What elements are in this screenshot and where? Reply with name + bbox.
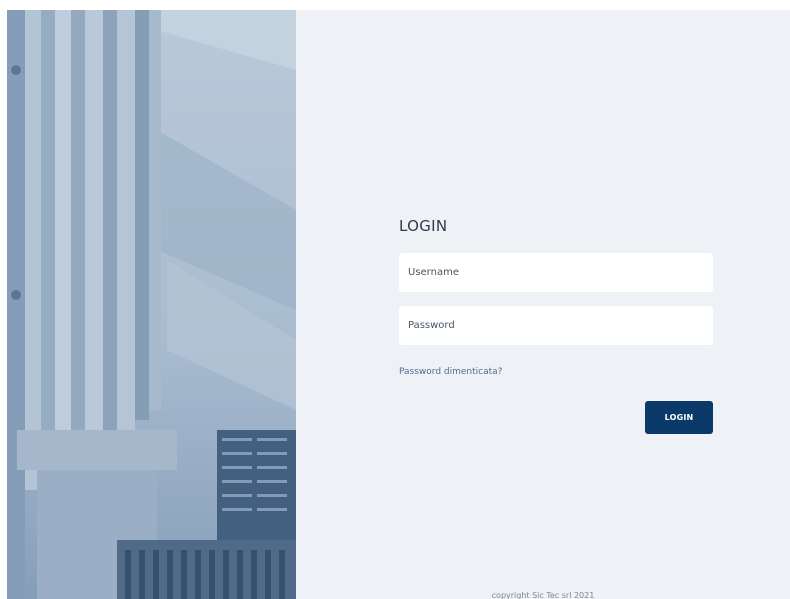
copyright-text: copyright Sic Tec srl 2021 — [491, 591, 595, 599]
username-input[interactable] — [399, 253, 713, 292]
forgot-password-link[interactable]: Password dimenticata? — [399, 367, 502, 377]
login-page: LOGIN Password dimenticata? LOGIN copyri… — [7, 10, 790, 599]
button-row: LOGIN — [399, 401, 713, 441]
login-title: LOGIN — [399, 217, 448, 235]
password-input[interactable] — [399, 306, 713, 345]
login-form: LOGIN Password dimenticata? LOGIN — [399, 215, 713, 441]
login-button[interactable]: LOGIN — [645, 401, 713, 434]
industrial-machine-photo — [7, 10, 296, 599]
